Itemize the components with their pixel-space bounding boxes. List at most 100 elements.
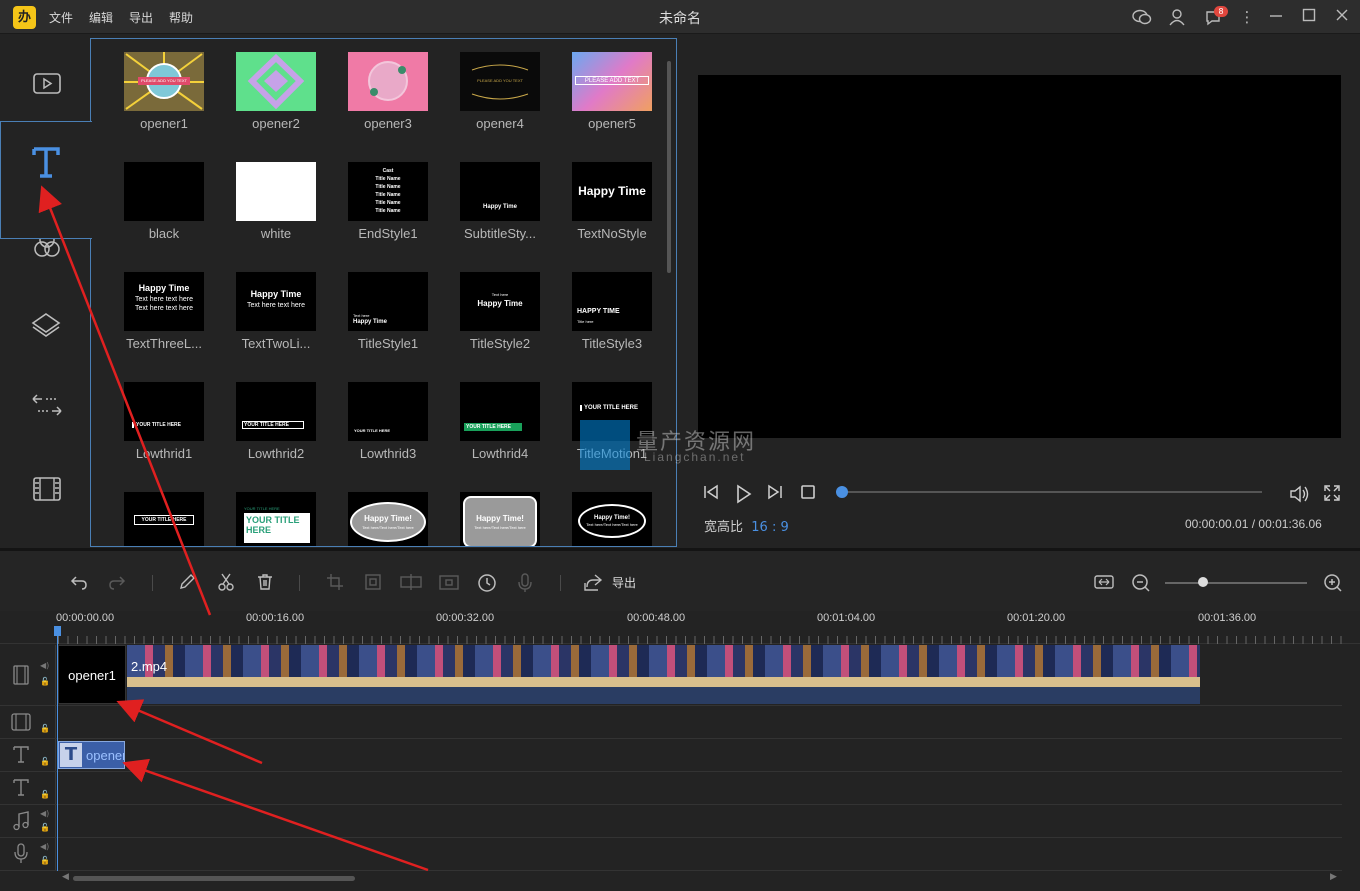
template-tile[interactable]: Happy Time Text here text here Text here… (102, 259, 214, 363)
template-label: SubtitleSty... (463, 226, 536, 241)
lock-icon[interactable]: 🔓 (40, 724, 50, 733)
text-clip[interactable]: T opener1 (58, 741, 125, 769)
mute-icon[interactable]: ◀) (40, 842, 50, 851)
sidebar-item-media[interactable] (0, 46, 91, 126)
menu-edit[interactable]: 编辑 (89, 9, 113, 26)
layers-icon (31, 313, 61, 337)
delete-button[interactable] (254, 573, 276, 593)
volume-button[interactable] (1288, 484, 1310, 504)
template-tile[interactable]: Text here Happy Time TitleStyle1 (326, 259, 438, 363)
template-tile[interactable]: Happy Time SubtitleSty... (438, 149, 550, 253)
template-thumbnail (124, 162, 204, 221)
template-tile[interactable]: PLEASE ADD YOU TEXT opener1 (102, 39, 214, 143)
freeze-frame-button[interactable] (438, 573, 460, 593)
template-tile[interactable]: YOUR TITLE HERE YOUR TITLE HERE (214, 479, 326, 546)
redo-button[interactable] (106, 573, 128, 593)
scroll-right-icon[interactable]: ▶ (1330, 872, 1337, 882)
template-tile[interactable]: YOUR TITLE HERE Lowthrid1 (102, 369, 214, 473)
maximize-icon[interactable] (1299, 8, 1319, 26)
title-clip[interactable]: opener1 (58, 645, 126, 704)
sidebar-item-text[interactable] (0, 121, 92, 239)
zoom-slider[interactable] (1165, 582, 1307, 584)
video-clip[interactable]: 2.mp4 (127, 645, 1200, 704)
export-button[interactable] (582, 573, 604, 593)
template-tile[interactable]: YOUR TITLE HERE TitleMotion1 (550, 369, 662, 473)
template-thumbnail: YOUR TITLE HERE YOUR TITLE HERE (236, 492, 316, 546)
template-tile[interactable]: PLEASE ADD YOU TEXT opener4 (438, 39, 550, 143)
mute-icon[interactable]: ◀) (40, 661, 50, 670)
menu-export[interactable]: 导出 (129, 9, 153, 26)
zoom-out-button[interactable] (1130, 573, 1152, 593)
library-scrollbar[interactable] (667, 61, 671, 273)
split-button[interactable] (400, 573, 422, 593)
fullscreen-button[interactable] (1321, 484, 1343, 504)
zoom-in-button[interactable] (1322, 573, 1344, 593)
template-label: Lowthrid4 (471, 446, 529, 461)
template-tile[interactable]: white (214, 149, 326, 253)
template-tile[interactable]: Happy Time! Text here/Text here/Text her… (438, 479, 550, 546)
sidebar-item-transitions[interactable] (0, 368, 91, 448)
time-display: 00:00:00.01 / 00:01:36.06 (1185, 517, 1322, 531)
minimize-icon[interactable] (1266, 8, 1286, 26)
mosaic-button[interactable] (362, 573, 384, 593)
lock-icon[interactable]: 🔓 (40, 790, 50, 799)
template-tile[interactable]: Happy Time! Text here/Text here/Text her… (550, 479, 662, 546)
crop-button[interactable] (324, 573, 346, 593)
template-tile[interactable]: YOUR TITLE HERE Lowthrid3 (326, 369, 438, 473)
lock-icon[interactable]: 🔓 (40, 856, 50, 865)
seek-handle[interactable] (836, 486, 848, 498)
template-tile[interactable]: PLEASE ADD TEXT opener5 (550, 39, 662, 143)
template-tile[interactable]: YOUR TITLE HERE (102, 479, 214, 546)
sidebar-item-elements[interactable] (0, 450, 91, 530)
timeline-scrollbar[interactable]: ◀ ▶ (0, 871, 1360, 891)
template-tile[interactable]: HAPPY TIME Title here TitleStyle3 (550, 259, 662, 363)
sidebar-item-overlays[interactable] (0, 286, 91, 366)
menu-help[interactable]: 帮助 (169, 9, 193, 26)
play-icon (737, 484, 752, 504)
menu-file[interactable]: 文件 (49, 9, 73, 26)
prev-frame-button[interactable] (700, 484, 722, 504)
seek-bar[interactable] (842, 491, 1262, 493)
edit-button[interactable] (176, 573, 198, 593)
fit-timeline-button[interactable] (1093, 573, 1115, 593)
template-label: TextTwoLi... (241, 336, 311, 351)
play-button[interactable] (732, 484, 754, 504)
template-tile[interactable]: Text here Happy Time TitleStyle2 (438, 259, 550, 363)
template-tile[interactable]: Cast Title Name Title Name Title Name Ti… (326, 149, 438, 253)
track-header: 🔓 (0, 739, 56, 771)
lock-icon[interactable]: 🔓 (40, 677, 50, 686)
template-tile[interactable]: opener2 (214, 39, 326, 143)
template-label: black (148, 226, 180, 241)
template-tile[interactable]: YOUR TITLE HERE Lowthrid4 (438, 369, 550, 473)
template-tile[interactable]: black (102, 149, 214, 253)
template-tile[interactable]: Happy Time! Text here/Text here/Text her… (326, 479, 438, 546)
template-tile[interactable]: opener3 (326, 39, 438, 143)
user-icon[interactable] (1167, 8, 1187, 26)
cut-button[interactable] (215, 573, 237, 593)
duration-button[interactable] (476, 573, 498, 593)
stop-button[interactable] (797, 484, 819, 504)
template-tile[interactable]: Happy Time TextNoStyle (550, 149, 662, 253)
close-icon[interactable] (1332, 8, 1352, 26)
timeline-ruler[interactable]: 00:00:00.00 00:00:16.00 00:00:32.00 00:0… (0, 611, 1360, 644)
lock-icon[interactable]: 🔓 (40, 757, 50, 766)
undo-icon (70, 576, 87, 590)
lock-icon[interactable]: 🔓 (40, 823, 50, 832)
export-label[interactable]: 导出 (612, 574, 636, 591)
thumb-text: PLEASE ADD TEXT (575, 76, 649, 85)
undo-button[interactable] (68, 573, 90, 593)
scroll-left-icon[interactable]: ◀ (62, 872, 69, 882)
next-frame-button[interactable] (764, 484, 786, 504)
voiceover-button[interactable] (514, 573, 536, 593)
more-vert-icon[interactable]: ⋮ (1237, 8, 1257, 26)
wechat-icon[interactable] (1132, 8, 1152, 26)
template-thumbnail: Cast Title Name Title Name Title Name Ti… (348, 162, 428, 221)
playhead[interactable] (57, 628, 58, 871)
mute-icon[interactable]: ◀) (40, 809, 50, 818)
template-tile[interactable]: YOUR TITLE HERE Lowthrid2 (214, 369, 326, 473)
ruler-tick-label: 00:01:20.00 (1007, 612, 1066, 624)
aspect-ratio[interactable]: 宽高比 16 : 9 (704, 516, 789, 535)
zoom-slider-handle[interactable] (1197, 577, 1208, 587)
scrollbar-thumb[interactable] (73, 876, 355, 881)
template-tile[interactable]: Happy Time Text here text here TextTwoLi… (214, 259, 326, 363)
